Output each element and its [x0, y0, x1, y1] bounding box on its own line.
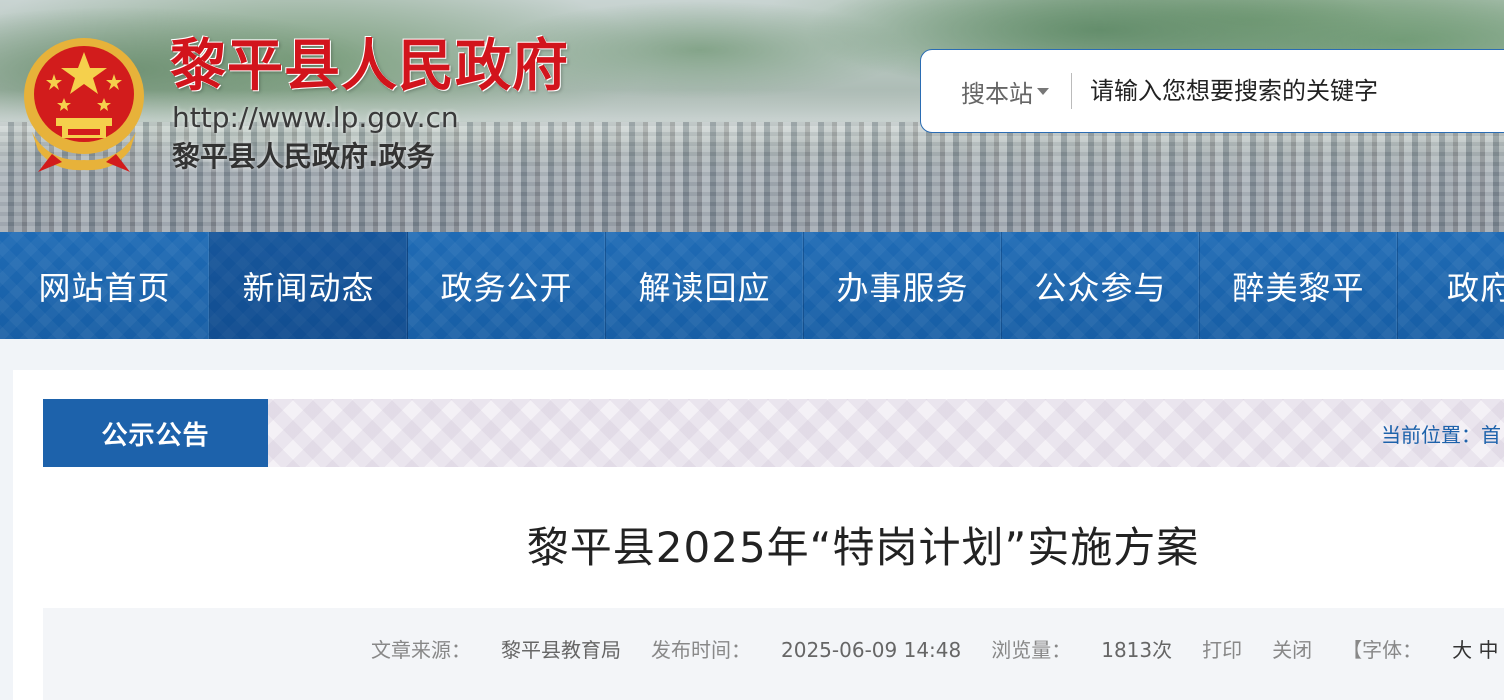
- section-tag[interactable]: 公示公告: [43, 399, 268, 467]
- meta-source: 文章来源： 黎平县教育局: [371, 634, 621, 663]
- search-divider: [1071, 73, 1072, 109]
- article-meta: 文章来源： 黎平县教育局 发布时间： 2025-06-09 14:48 浏览量： 18…: [371, 634, 1504, 663]
- font-size-label: 【字体：: [1342, 638, 1423, 662]
- close-link[interactable]: 关闭: [1272, 634, 1312, 663]
- font-size-medium[interactable]: 中: [1479, 638, 1499, 662]
- site-url: http://www.lp.gov.cn: [172, 101, 459, 134]
- meta-views-value: 1813次: [1101, 638, 1173, 662]
- nav-item-interpretation[interactable]: 解读回应: [606, 232, 804, 339]
- national-emblem-icon[interactable]: [18, 32, 150, 174]
- nav-item-gov-affairs[interactable]: 政务公开: [408, 232, 606, 339]
- meta-time-label: 发布时间：: [651, 638, 751, 662]
- article-meta-bar: 文章来源： 黎平县教育局 发布时间： 2025-06-09 14:48 浏览量： 18…: [43, 608, 1504, 700]
- banner-city: [0, 122, 1504, 232]
- main-nav: 网站首页 新闻动态 政务公开 解读回应 办事服务 公众参与 醉美黎平 政府数: [0, 232, 1504, 339]
- nav-item-participation[interactable]: 公众参与: [1002, 232, 1200, 339]
- nav-item-home[interactable]: 网站首页: [0, 232, 210, 339]
- nav-item-services[interactable]: 办事服务: [804, 232, 1002, 339]
- search-scope-dropdown[interactable]: 搜本站: [961, 74, 1049, 109]
- breadcrumb-link-home[interactable]: 首: [1481, 419, 1501, 448]
- search-bar: 搜本站: [920, 49, 1504, 133]
- breadcrumb-prefix: 当前位置：: [1381, 422, 1481, 447]
- nav-item-scenic[interactable]: 醉美黎平: [1200, 232, 1398, 339]
- header-banner: 黎平县人民政府 http://www.lp.gov.cn 黎平县人民政府.政务 …: [0, 0, 1504, 232]
- article-title: 黎平县2025年“特岗计划”实施方案: [526, 523, 1200, 572]
- font-size-controls: 【字体：大 中 小】: [1342, 634, 1504, 663]
- search-input[interactable]: [1088, 76, 1504, 106]
- meta-source-label: 文章来源：: [371, 638, 471, 662]
- meta-views: 浏览量： 1813次: [991, 634, 1172, 663]
- meta-time-value: 2025-06-09 14:48: [781, 638, 962, 662]
- nav-item-gov-data[interactable]: 政府数: [1398, 232, 1504, 339]
- nav-item-news[interactable]: 新闻动态: [210, 232, 408, 339]
- site-title[interactable]: 黎平县人民政府: [170, 36, 569, 96]
- meta-time: 发布时间： 2025-06-09 14:48: [651, 634, 961, 663]
- meta-source-value: 黎平县教育局: [501, 638, 621, 662]
- breadcrumb: 当前位置： 首: [1381, 399, 1501, 467]
- font-size-large[interactable]: 大: [1452, 638, 1472, 662]
- site-subtitle: 黎平县人民政府.政务: [172, 140, 435, 173]
- article-card: 公示公告 当前位置： 首 黎平县2025年“特岗计划”实施方案 文章来源： 黎平县…: [13, 370, 1504, 700]
- meta-views-label: 浏览量：: [991, 638, 1072, 662]
- print-link[interactable]: 打印: [1202, 634, 1242, 663]
- caret-down-icon: [1037, 87, 1049, 95]
- section-bar: 公示公告 当前位置： 首: [43, 399, 1504, 467]
- search-scope-label: 搜本站: [961, 79, 1033, 108]
